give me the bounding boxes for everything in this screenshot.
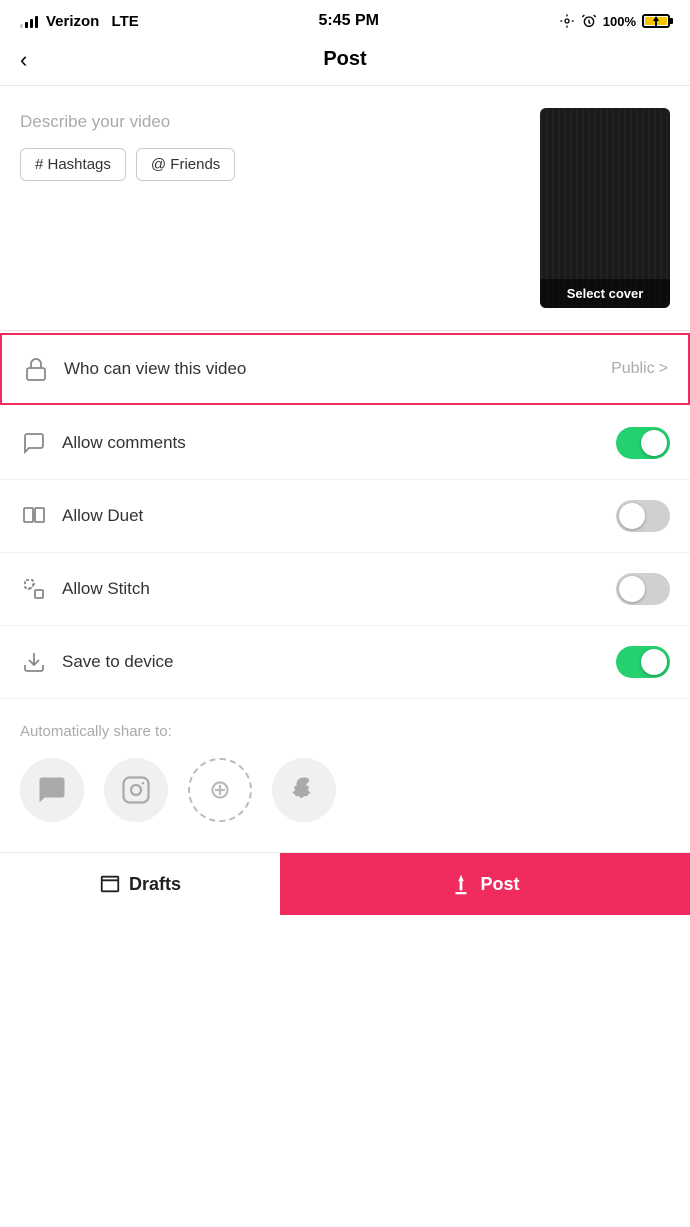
allow-comments-label: Allow comments: [62, 433, 602, 453]
video-section: Describe your video # Hashtags @ Friends…: [0, 86, 690, 331]
toggle-knob: [641, 430, 667, 456]
settings-list: Who can view this video Public > Allow c…: [0, 333, 690, 699]
video-thumbnail[interactable]: Select cover: [540, 108, 670, 308]
alarm-icon: [581, 13, 597, 29]
who-can-view-value: Public >: [611, 360, 668, 378]
allow-duet-row[interactable]: Allow Duet: [0, 480, 690, 553]
description-placeholder[interactable]: Describe your video: [20, 108, 524, 132]
save-to-device-toggle[interactable]: [616, 646, 670, 678]
save-to-device-row[interactable]: Save to device: [0, 626, 690, 699]
allow-stitch-toggle[interactable]: [616, 573, 670, 605]
status-left: Verizon LTE: [20, 13, 139, 30]
status-right: 100%: [559, 13, 670, 29]
network-type: LTE: [112, 13, 139, 30]
download-icon: [20, 648, 48, 676]
lock-icon: [22, 355, 50, 383]
save-to-device-label: Save to device: [62, 652, 602, 672]
auto-share-section: Automatically share to:: [0, 699, 690, 842]
post-icon: [450, 873, 472, 895]
toggle-knob: [641, 649, 667, 675]
back-button[interactable]: ‹: [20, 47, 27, 73]
hashtags-button[interactable]: # Hashtags: [20, 148, 126, 181]
page-title: Post: [323, 48, 366, 71]
signal-bars: [20, 14, 38, 28]
drafts-label: Drafts: [129, 874, 181, 895]
carrier-label: Verizon: [46, 13, 99, 30]
drafts-icon: [99, 873, 121, 895]
friends-button[interactable]: @ Friends: [136, 148, 235, 181]
description-area: Describe your video # Hashtags @ Friends: [20, 108, 524, 181]
allow-stitch-label: Allow Stitch: [62, 579, 602, 599]
toggle-knob: [619, 576, 645, 602]
share-icons-row: [20, 758, 670, 822]
snapchat-share-button[interactable]: [272, 758, 336, 822]
comment-icon: [20, 429, 48, 457]
stitch-icon: [20, 575, 48, 603]
select-cover-label[interactable]: Select cover: [540, 279, 670, 308]
drafts-button[interactable]: Drafts: [0, 853, 280, 915]
battery-icon: [642, 14, 670, 28]
post-button[interactable]: Post: [280, 853, 690, 915]
allow-stitch-row[interactable]: Allow Stitch: [0, 553, 690, 626]
messages-share-button[interactable]: [20, 758, 84, 822]
allow-duet-toggle[interactable]: [616, 500, 670, 532]
chevron-icon: >: [659, 360, 668, 378]
battery-percent: 100%: [603, 14, 636, 29]
who-can-view-label: Who can view this video: [64, 359, 597, 379]
time-display: 5:45 PM: [319, 12, 379, 30]
toggle-knob: [619, 503, 645, 529]
tiktoknow-share-button[interactable]: [188, 758, 252, 822]
allow-comments-toggle[interactable]: [616, 427, 670, 459]
post-label: Post: [480, 874, 519, 895]
instagram-share-button[interactable]: [104, 758, 168, 822]
auto-share-title: Automatically share to:: [20, 723, 670, 740]
location-icon: [559, 13, 575, 29]
allow-duet-label: Allow Duet: [62, 506, 602, 526]
tag-buttons: # Hashtags @ Friends: [20, 148, 524, 181]
duet-icon: [20, 502, 48, 530]
bottom-bar: Drafts Post: [0, 852, 690, 915]
top-nav: ‹ Post: [0, 38, 690, 86]
allow-comments-row[interactable]: Allow comments: [0, 407, 690, 480]
who-can-view-row[interactable]: Who can view this video Public >: [0, 333, 690, 405]
status-bar: Verizon LTE 5:45 PM 100%: [0, 0, 690, 38]
